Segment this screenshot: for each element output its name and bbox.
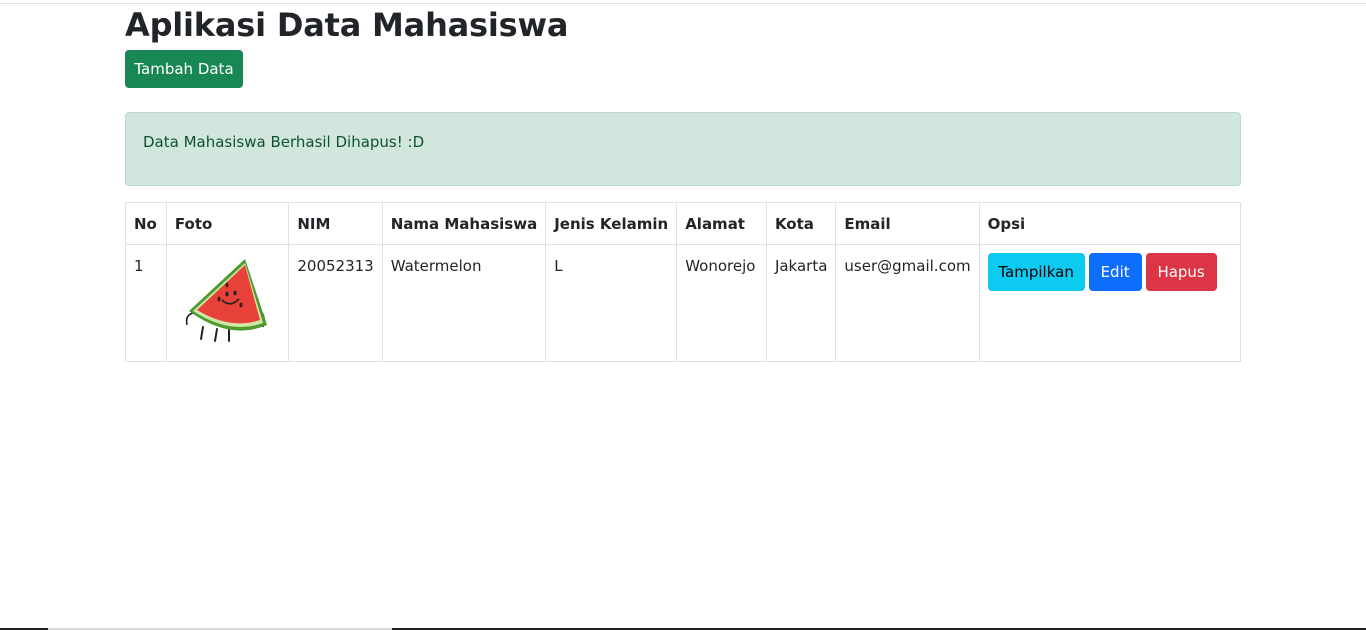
cell-jenis-kelamin: L	[545, 244, 678, 362]
header-kota: Kota	[765, 202, 837, 245]
header-foto: Foto	[165, 202, 290, 245]
watermelon-photo	[185, 259, 267, 342]
show-button[interactable]: Tampilkan	[987, 253, 1085, 291]
delete-button[interactable]: Hapus	[1145, 253, 1217, 291]
cell-no: 1	[125, 244, 167, 362]
table-header-row: No Foto NIM Nama Mahasiswa Jenis Kelamin…	[125, 202, 1242, 245]
header-no: No	[125, 202, 167, 245]
cell-opsi: Tampilkan Edit Hapus	[978, 244, 1242, 362]
header-jenis-kelamin: Jenis Kelamin	[545, 202, 678, 245]
cell-kota: Jakarta	[765, 244, 837, 362]
success-alert: Data Mahasiswa Berhasil Dihapus! :D	[125, 112, 1241, 186]
edit-button[interactable]: Edit	[1088, 253, 1142, 291]
add-data-button[interactable]: Tambah Data	[125, 50, 243, 88]
cell-nim: 20052313	[288, 244, 383, 362]
header-alamat: Alamat	[676, 202, 767, 245]
header-email: Email	[835, 202, 980, 245]
header-nama: Nama Mahasiswa	[381, 202, 547, 245]
cell-nama: Watermelon	[381, 244, 547, 362]
cell-foto	[165, 244, 290, 362]
student-table: No Foto NIM Nama Mahasiswa Jenis Kelamin…	[125, 202, 1242, 362]
cell-alamat: Wonorejo	[676, 244, 767, 362]
header-opsi: Opsi	[978, 202, 1242, 245]
top-divider	[0, 3, 1366, 4]
alert-message: Data Mahasiswa Berhasil Dihapus! :D	[143, 133, 425, 151]
cell-email: user@gmail.com	[835, 244, 980, 362]
action-buttons: Tampilkan Edit Hapus	[987, 253, 1232, 291]
table-row: 1 20052313 Watermelon L Wonorejo Jakarta…	[125, 244, 1242, 362]
page-title: Aplikasi Data Mahasiswa	[125, 6, 569, 44]
header-nim: NIM	[288, 202, 383, 245]
